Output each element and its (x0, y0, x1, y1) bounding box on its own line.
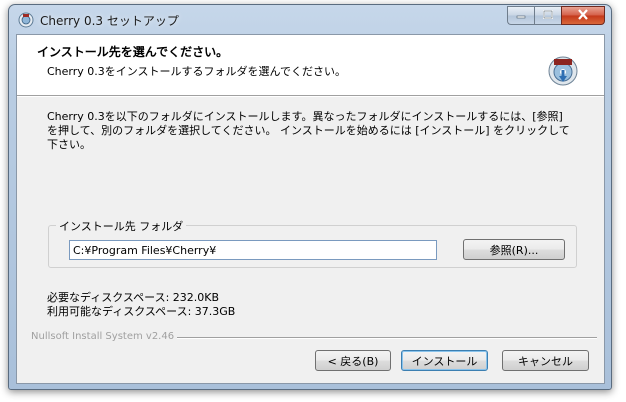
install-button[interactable]: インストール (401, 350, 488, 371)
title-bar[interactable]: Cherry 0.3 セットアップ (9, 5, 611, 33)
close-icon (577, 8, 589, 23)
browse-button[interactable]: 参照(R)... (463, 239, 565, 260)
branding-text: Nullsoft Install System v2.46 (31, 331, 175, 342)
dialog-body: インストール先を選んでください。 Cherry 0.3をインストールするフォルダ… (16, 34, 605, 384)
installer-icon (18, 12, 34, 28)
header-title: インストール先を選んでください。 (37, 45, 229, 59)
maximize-icon (543, 9, 553, 22)
caption-buttons (507, 6, 605, 25)
maximize-button[interactable] (534, 6, 561, 25)
back-button[interactable]: < 戻る(B) (315, 350, 391, 371)
close-button[interactable] (561, 6, 605, 25)
destination-path-input[interactable] (69, 240, 437, 260)
window-title: Cherry 0.3 セットアップ (40, 14, 179, 28)
installer-disk-icon (547, 55, 579, 87)
header-separator (17, 96, 604, 97)
minimize-icon (516, 9, 526, 22)
minimize-button[interactable] (507, 6, 534, 25)
cancel-button[interactable]: キャンセル (502, 350, 589, 371)
installer-window: Cherry 0.3 セットアップ インストール先を選んでください。 Cherr… (8, 4, 612, 390)
space-available-text: 利用可能なディスクスペース: 37.3GB (47, 305, 236, 318)
header-panel: インストール先を選んでください。 Cherry 0.3をインストールするフォルダ… (17, 35, 604, 96)
intro-text: Cherry 0.3を以下のフォルダにインストールします。異なったフォルダにイン… (47, 110, 570, 151)
destination-folder-legend: インストール先 フォルダ (56, 218, 187, 234)
header-subtitle: Cherry 0.3をインストールするフォルダを選んでください。 (47, 65, 346, 78)
branding-separator (177, 337, 597, 339)
destination-folder-group: インストール先 フォルダ 参照(R)... (48, 218, 577, 268)
